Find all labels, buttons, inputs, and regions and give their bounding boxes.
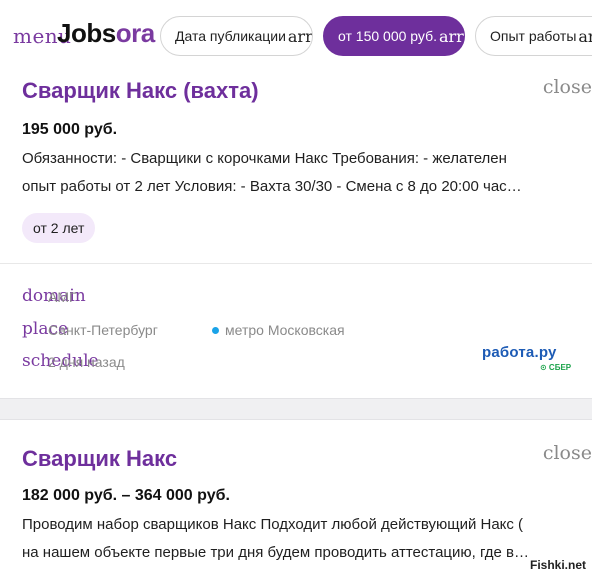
source-name: работа.ру [482, 344, 557, 361]
job-salary: 182 000 руб. – 364 000 руб. [22, 487, 230, 504]
company-name[interactable]: АМГ [48, 289, 77, 305]
job-title[interactable]: Сварщик Накс (вахта) [22, 78, 259, 104]
metro-label: метро Московская [225, 322, 345, 338]
logo-text-jobs: Jobs [57, 18, 116, 48]
source-logo[interactable]: работа.ру ⊙ СБЕР [482, 344, 571, 372]
job-description: Проводим набор сварщиков Накс Подходит л… [22, 511, 562, 567]
filter-salary[interactable]: от 150 000 руб. arrow [323, 16, 465, 56]
experience-badge: от 2 лет [22, 213, 96, 243]
watermark: Fishki.net [529, 558, 586, 572]
job-title[interactable]: Сварщик Накс [22, 446, 177, 472]
logo[interactable]: Jobsora [57, 18, 155, 49]
description-line: на нашем объекте первые три дня будем пр… [22, 544, 530, 561]
description-line: Проводим набор сварщиков Накс Подходит л… [22, 516, 524, 533]
metro-station: метро Московская [212, 322, 345, 338]
job-card-meta: domain АМГ place Санкт-Петербург метро М… [0, 263, 592, 398]
arrow-down-icon: arrow [438, 26, 464, 46]
filter-label: Дата публикации [175, 28, 286, 44]
filter-experience[interactable]: Опыт работы arrow [475, 16, 592, 56]
city: Санкт-Петербург [48, 322, 158, 338]
source-sub: ⊙ СБЕР [540, 363, 572, 372]
metro-dot-icon [212, 326, 219, 334]
close-icon[interactable]: close [543, 76, 592, 98]
location-row: place Санкт-Петербург метро Московская [22, 319, 422, 343]
close-icon[interactable]: close [543, 442, 592, 464]
arrow-down-icon: arrow [578, 26, 592, 46]
filter-label: Опыт работы [490, 28, 577, 44]
description-line: Обязанности: - Сварщики с корочками Накс… [22, 150, 507, 167]
job-card[interactable]: Сварщик Накс close 182 000 руб. – 364 00… [0, 420, 592, 578]
card-separator [0, 398, 592, 420]
posted-time: 2 дня назад [48, 354, 125, 370]
filter-label: от 150 000 руб. [338, 28, 437, 44]
job-card[interactable]: Сварщик Накс (вахта) close 195 000 руб. … [0, 70, 592, 263]
job-description: Обязанности: - Сварщики с корочками Накс… [22, 145, 562, 201]
description-line: опыт работы от 2 лет Условия: - Вахта 30… [22, 178, 522, 195]
arrow-down-icon: arrow [287, 26, 313, 46]
job-salary: 195 000 руб. [22, 121, 118, 138]
logo-text-ora: ora [115, 18, 155, 48]
top-bar: menu Jobsora Дата публикации arrow от 15… [0, 0, 592, 70]
filter-date-published[interactable]: Дата публикации arrow [160, 16, 313, 56]
